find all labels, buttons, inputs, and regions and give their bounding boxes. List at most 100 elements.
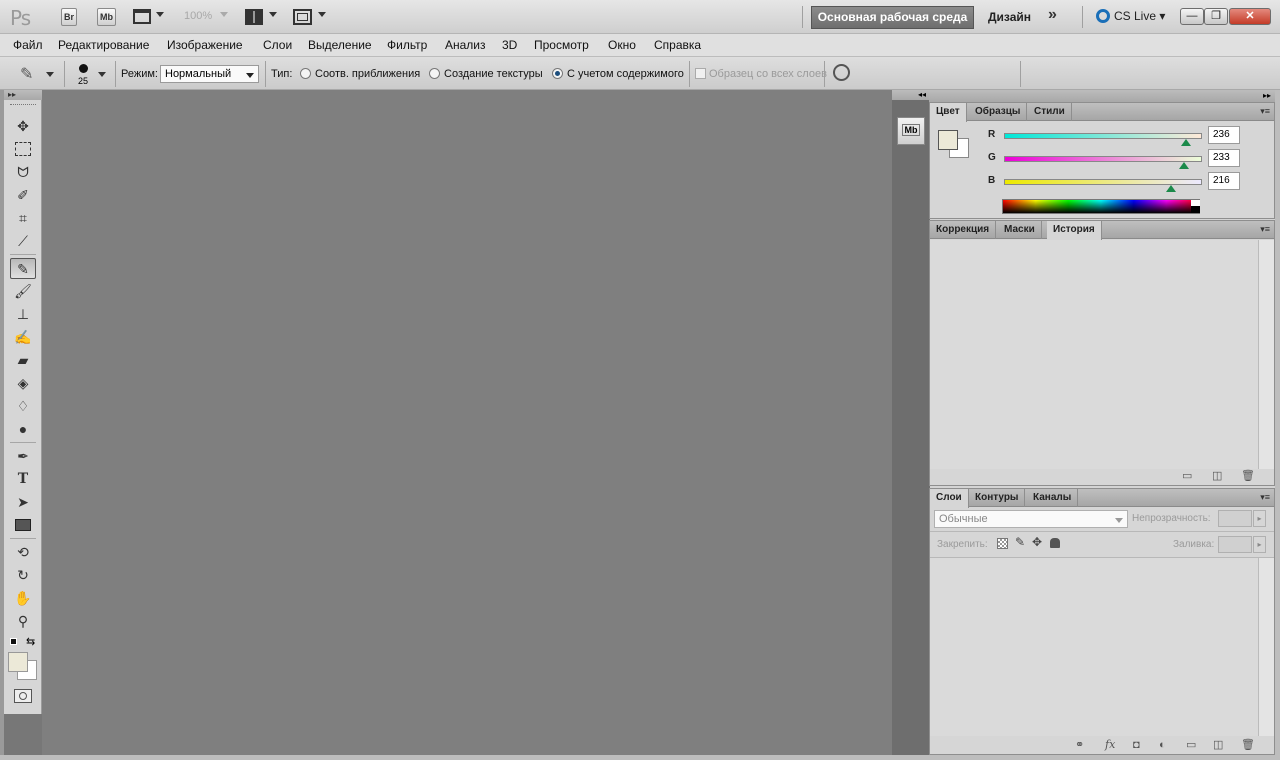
menu-analysis[interactable]: Анализ xyxy=(445,38,486,52)
panel-menu-icon[interactable]: ▾≡ xyxy=(1260,224,1270,235)
create-texture-radio[interactable] xyxy=(429,68,440,79)
menu-help[interactable]: Справка xyxy=(654,38,701,52)
fill-arrow-icon[interactable]: ▸ xyxy=(1253,536,1266,553)
quick-mask-icon[interactable] xyxy=(14,689,32,703)
sample-all-layers-label[interactable]: Образец со всех слоев xyxy=(709,68,827,80)
menu-edit[interactable]: Редактирование xyxy=(58,38,149,52)
brush-tool-icon[interactable]: 🖌 xyxy=(10,281,36,302)
tab-masks[interactable]: Маски xyxy=(998,221,1042,239)
chevron-down-icon[interactable] xyxy=(98,72,106,77)
foreground-color-swatch[interactable] xyxy=(938,130,958,150)
lock-position-icon[interactable]: ✥ xyxy=(1032,535,1042,549)
menu-3d[interactable]: 3D xyxy=(502,38,517,52)
create-texture-label[interactable]: Создание текстуры xyxy=(444,68,543,80)
fill-input[interactable] xyxy=(1218,536,1252,553)
paint-bucket-tool-icon[interactable]: ◈ xyxy=(10,373,36,394)
bridge-button[interactable]: Br xyxy=(61,8,77,26)
tab-paths[interactable]: Контуры xyxy=(969,489,1026,507)
lock-pixels-icon[interactable]: ✎ xyxy=(1015,535,1025,549)
mini-bridge-panel-button[interactable]: Mb xyxy=(897,117,925,145)
panel-menu-icon[interactable]: ▾≡ xyxy=(1260,492,1270,503)
minimize-button[interactable]: — xyxy=(1180,8,1204,25)
blend-mode-select[interactable]: Обычные xyxy=(934,510,1128,528)
menu-view[interactable]: Просмотр xyxy=(534,38,589,52)
workspace-essentials-button[interactable]: Основная рабочая среда xyxy=(811,6,974,29)
tab-adjustments[interactable]: Коррекция xyxy=(930,221,997,239)
opacity-arrow-icon[interactable]: ▸ xyxy=(1253,510,1266,527)
chevron-down-icon[interactable] xyxy=(269,12,277,17)
mode-select[interactable]: Нормальный xyxy=(160,65,259,83)
eraser-tool-icon[interactable]: ▰ xyxy=(10,350,36,371)
view-extras-icon[interactable] xyxy=(133,9,151,24)
chevron-down-icon[interactable] xyxy=(220,12,228,17)
panel-menu-icon[interactable]: ▾≡ xyxy=(1260,106,1270,117)
green-slider-track[interactable] xyxy=(1004,156,1202,162)
tab-styles[interactable]: Стили xyxy=(1028,103,1072,121)
menu-layers[interactable]: Слои xyxy=(263,38,292,52)
tab-channels[interactable]: Каналы xyxy=(1027,489,1079,507)
type-tool-icon[interactable]: T xyxy=(10,469,36,490)
blur-tool-icon[interactable]: ♢ xyxy=(10,396,36,417)
default-colors-icon[interactable] xyxy=(10,638,17,645)
trash-icon[interactable]: 🗑 xyxy=(1241,469,1255,482)
move-tool-icon[interactable]: ✥ xyxy=(10,116,36,137)
layers-list[interactable] xyxy=(930,558,1259,736)
zoom-level[interactable]: 100% xyxy=(184,10,212,22)
red-value-input[interactable]: 236 xyxy=(1208,126,1240,144)
trash-icon[interactable]: 🗑 xyxy=(1241,738,1255,751)
expand-dock-icon[interactable]: ◂◂ xyxy=(892,90,930,100)
history-brush-tool-icon[interactable]: ✍ xyxy=(10,327,36,348)
menu-file[interactable]: Файл xyxy=(13,38,43,52)
3d-rotate-tool-icon[interactable]: ⟲ xyxy=(10,542,36,563)
dodge-tool-icon[interactable]: ● xyxy=(10,419,36,440)
rectangle-tool-icon[interactable] xyxy=(10,515,36,536)
color-ramp[interactable] xyxy=(1002,199,1200,214)
hand-tool-icon[interactable]: ✋ xyxy=(10,588,36,609)
new-layer-icon[interactable]: ◫ xyxy=(1213,738,1223,751)
content-aware-radio[interactable] xyxy=(552,68,563,79)
grip[interactable] xyxy=(10,104,36,106)
sample-all-layers-checkbox[interactable] xyxy=(695,68,706,79)
tab-color[interactable]: Цвет xyxy=(930,103,967,122)
collapse-tools-icon[interactable]: ▸▸ xyxy=(4,90,42,100)
crop-tool-icon[interactable]: ⌗ xyxy=(10,208,36,229)
spot-healing-brush-tool-icon[interactable]: ✎ xyxy=(10,258,36,279)
menu-image[interactable]: Изображение xyxy=(167,38,243,52)
3d-orbit-tool-icon[interactable]: ↻ xyxy=(10,565,36,586)
zoom-tool-icon[interactable]: ⚲ xyxy=(10,611,36,632)
close-button[interactable]: ✕ xyxy=(1229,8,1271,25)
eyedropper-tool-icon[interactable]: ⟋ xyxy=(10,231,36,252)
healing-brush-tool-preset-icon[interactable]: ✎ xyxy=(20,64,33,84)
new-group-icon[interactable]: ▭ xyxy=(1186,738,1196,751)
marquee-tool-icon[interactable] xyxy=(10,139,36,160)
menu-window[interactable]: Окно xyxy=(608,38,636,52)
foreground-color-swatch[interactable] xyxy=(8,652,28,672)
green-value-input[interactable]: 233 xyxy=(1208,149,1240,167)
screen-mode-icon[interactable] xyxy=(293,9,312,25)
swap-colors-icon[interactable]: ⇆ xyxy=(26,635,35,648)
brush-dot-icon[interactable] xyxy=(79,64,88,73)
cs-live-button[interactable]: CS Live ▾ xyxy=(1096,9,1165,23)
more-workspaces-button[interactable]: » xyxy=(1048,6,1057,24)
link-layers-icon[interactable]: ⚭ xyxy=(1075,738,1084,751)
history-scrollbar[interactable] xyxy=(1258,240,1274,469)
workspace-design-button[interactable]: Дизайн xyxy=(988,10,1031,24)
collapse-panels-icon[interactable]: ▸▸ xyxy=(929,90,1275,102)
history-list[interactable] xyxy=(930,240,1259,469)
proximity-match-radio[interactable] xyxy=(300,68,311,79)
tab-history[interactable]: История xyxy=(1047,221,1102,240)
layers-scrollbar[interactable] xyxy=(1258,558,1274,736)
chevron-down-icon[interactable] xyxy=(46,72,54,77)
tab-layers[interactable]: Слои xyxy=(930,489,969,508)
pen-tool-icon[interactable]: ✒ xyxy=(10,446,36,467)
restore-button[interactable]: ❐ xyxy=(1204,8,1228,25)
new-document-from-state-icon[interactable]: ▭ xyxy=(1182,469,1192,482)
chevron-down-icon[interactable] xyxy=(156,12,164,17)
opacity-input[interactable] xyxy=(1218,510,1252,527)
adjustment-layer-icon[interactable]: ◐ xyxy=(1159,739,1166,751)
tab-swatches[interactable]: Образцы xyxy=(969,103,1028,121)
layer-style-icon[interactable]: fx xyxy=(1105,738,1115,751)
green-slider-thumb[interactable] xyxy=(1179,162,1189,169)
blue-slider-thumb[interactable] xyxy=(1166,185,1176,192)
content-aware-label[interactable]: С учетом содержимого xyxy=(567,68,684,80)
